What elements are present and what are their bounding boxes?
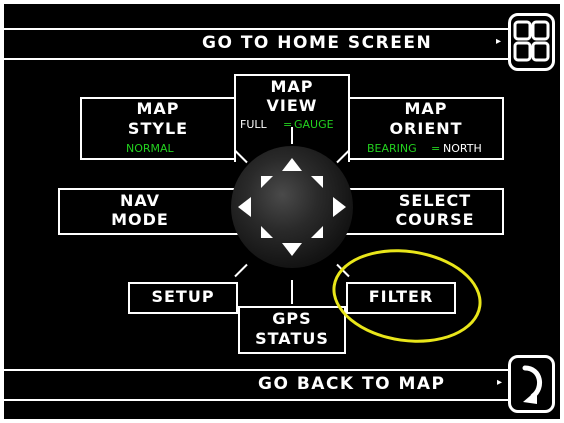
map-view-label-2: VIEW [266, 96, 318, 115]
map-view-label-1: MAP [270, 77, 314, 96]
map-orient-option-north: NORTH [443, 142, 482, 155]
back-to-map-arrow-icon: ▸ [497, 377, 503, 388]
home-grid-icon [513, 20, 550, 62]
down-left-arrow-icon[interactable] [261, 226, 273, 238]
up-right-arrow-icon[interactable] [311, 176, 323, 188]
map-orient-label-2: ORIENT [389, 119, 463, 138]
curved-arrow-icon [522, 365, 543, 404]
gps-status-label-1: GPS [272, 309, 312, 328]
home-screen-arrow-icon: ▸ [496, 36, 502, 47]
down-arrow-icon[interactable] [282, 243, 302, 256]
gps-status-label-2: STATUS [255, 329, 329, 348]
directional-pad-icon[interactable] [231, 146, 353, 268]
connector-bottom [291, 280, 293, 304]
map-style-value: NORMAL [126, 142, 174, 155]
map-style-label-2: STYLE [127, 119, 189, 138]
menu-screen: GO TO HOME SCREEN ▸ GO BACK TO MAP ▸ MAP… [0, 0, 564, 423]
right-arrow-icon[interactable] [333, 197, 346, 217]
back-to-map-label: GO BACK TO MAP [258, 374, 446, 394]
nav-mode-label-1: NAV [119, 191, 161, 210]
select-course-label-1: SELECT [398, 191, 472, 210]
select-course-label-2: COURSE [395, 210, 475, 229]
map-style-label-1: MAP [136, 99, 180, 118]
back-to-map-button[interactable] [508, 355, 555, 413]
connector-top [291, 127, 293, 144]
up-arrow-icon[interactable] [282, 158, 302, 171]
map-view-option-full: FULL [240, 118, 267, 131]
map-orient-separator: = [431, 142, 441, 155]
home-screen-button[interactable] [508, 13, 555, 71]
map-orient-label-1: MAP [404, 99, 448, 118]
down-right-arrow-icon[interactable] [311, 226, 323, 238]
nav-mode-label-2: MODE [111, 210, 169, 229]
map-orient-option-bearing: BEARING [367, 142, 417, 155]
setup-label: SETUP [151, 287, 215, 306]
up-left-arrow-icon[interactable] [261, 176, 273, 188]
map-view-option-gauge: GAUGE [294, 118, 334, 131]
left-arrow-icon[interactable] [238, 197, 251, 217]
home-screen-label: GO TO HOME SCREEN [202, 33, 433, 53]
